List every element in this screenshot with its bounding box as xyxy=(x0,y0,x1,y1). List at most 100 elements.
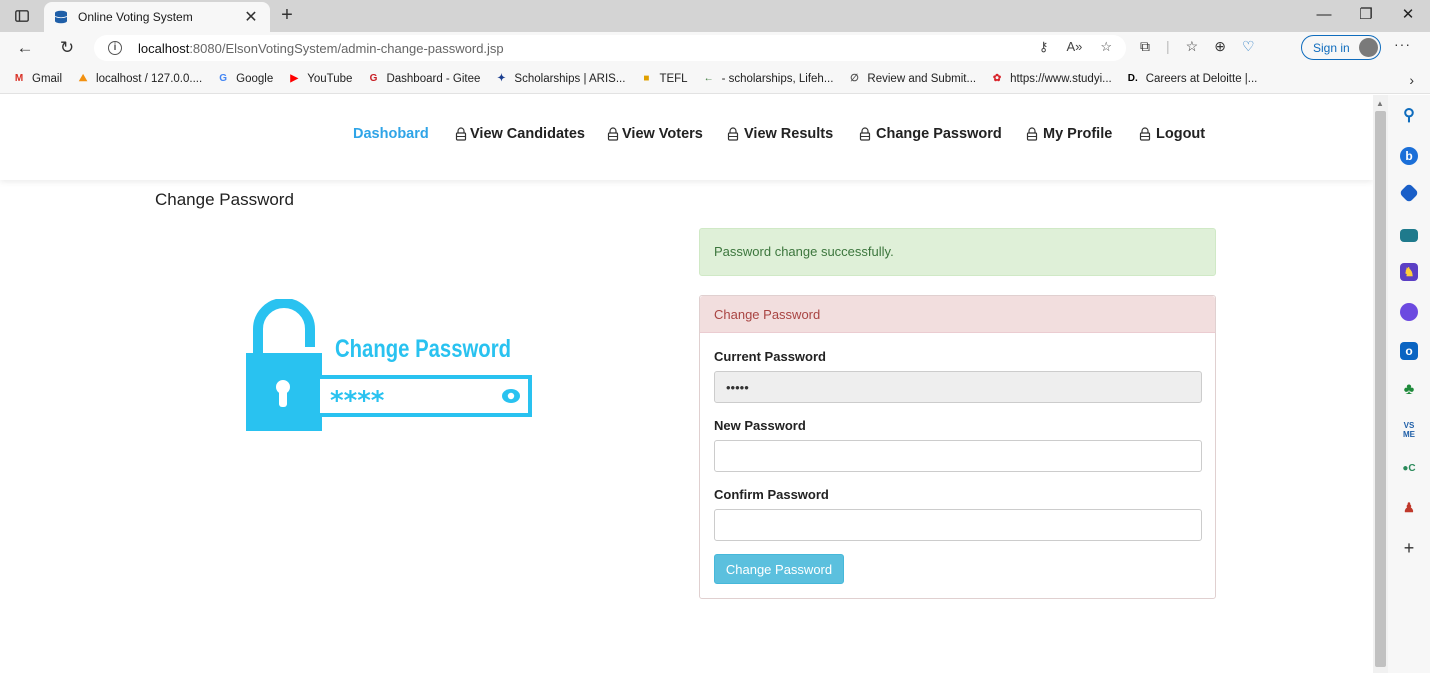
database-icon xyxy=(54,10,68,24)
tools-icon[interactable] xyxy=(1400,229,1418,242)
address-toolbar: ← ↻ i localhost:8080/ElsonVotingSystem/a… xyxy=(0,32,1430,64)
close-tab-icon[interactable]: ✕ xyxy=(242,7,260,27)
bookmark-item[interactable]: G Dashboard - Gitee xyxy=(366,72,481,86)
extensions-icon[interactable]: ⧉ xyxy=(1140,38,1150,55)
nav-view-candidates-label: View Candidates xyxy=(470,126,585,142)
more-options-icon[interactable]: ··· xyxy=(1394,36,1411,52)
nav-dashboard[interactable]: Dashobard xyxy=(353,126,429,142)
refresh-icon[interactable]: ↻ xyxy=(54,36,80,60)
copilot-icon[interactable]: b xyxy=(1400,147,1418,165)
nav-view-results-label: View Results xyxy=(744,126,834,142)
outlook-icon[interactable]: o xyxy=(1400,342,1418,360)
change-password-button[interactable]: Change Password xyxy=(714,554,844,584)
vsme-icon[interactable]: VS ME xyxy=(1400,421,1418,439)
search-icon[interactable]: ⚲ xyxy=(1400,107,1418,125)
bookmark-item[interactable]: ■ TEFL xyxy=(639,72,687,86)
games-icon[interactable]: ♞ xyxy=(1400,263,1418,281)
address-bar-icons: ⚷ A» ☆ xyxy=(1039,39,1112,55)
bookmark-item[interactable]: ← - scholarships, Lifeh... xyxy=(702,72,834,86)
avatar xyxy=(1359,38,1378,57)
youtube-icon: ▶ xyxy=(290,72,299,84)
bookmark-label: Review and Submit... xyxy=(867,72,977,85)
gitee-icon: G xyxy=(369,72,378,84)
browser-window: Online Voting System ✕ + — ❐ ✕ ← ↻ i loc… xyxy=(0,0,1430,673)
minimize-icon[interactable]: — xyxy=(1304,4,1344,26)
bookmark-label: TEFL xyxy=(659,72,688,85)
extension-app-icon[interactable]: ●C xyxy=(1400,460,1418,478)
back-icon[interactable]: ← xyxy=(12,36,38,60)
bookmark-item[interactable]: ⛰ localhost / 127.0.0.... xyxy=(76,72,202,86)
nav-view-candidates[interactable]: View Candidates xyxy=(455,126,585,142)
scroll-up-icon[interactable]: ▲ xyxy=(1376,99,1384,108)
nav-view-voters-label: View Voters xyxy=(622,126,703,142)
shopping-tag-icon[interactable] xyxy=(1399,183,1419,203)
new-password-field[interactable] xyxy=(714,440,1202,472)
nav-dashboard-label: Dashobard xyxy=(353,126,429,142)
bookmark-label: https://www.studyi... xyxy=(1010,72,1112,85)
studyin-icon: ✿ xyxy=(992,72,1002,84)
deloitte-icon: D. xyxy=(1127,72,1138,84)
current-password-field[interactable] xyxy=(714,371,1202,403)
nav-logout[interactable]: Logout xyxy=(1139,126,1205,142)
nav-logout-label: Logout xyxy=(1156,126,1206,142)
aris-icon: ✦ xyxy=(497,72,506,84)
favorites-icon[interactable]: ☆ xyxy=(1186,38,1199,55)
new-tab-icon[interactable]: + xyxy=(276,5,298,27)
bookmark-label: Google xyxy=(236,72,274,85)
bookmark-item[interactable]: D. Careers at Deloitte |... xyxy=(1126,72,1258,86)
bookmark-item[interactable]: ✦ Scholarships | ARIS... xyxy=(494,72,625,86)
nav-change-password[interactable]: Change Password xyxy=(859,126,1002,142)
bookmark-item[interactable]: M Gmail xyxy=(12,72,62,86)
bookmark-label: YouTube xyxy=(307,72,353,85)
password-key-icon[interactable]: ⚷ xyxy=(1039,39,1049,55)
current-password-label: Current Password xyxy=(714,349,826,364)
lock-icon xyxy=(1026,127,1038,141)
confirm-password-field[interactable] xyxy=(714,509,1202,541)
bookmark-label: Scholarships | ARIS... xyxy=(514,72,626,85)
nav-my-profile[interactable]: My Profile xyxy=(1026,126,1112,142)
change-password-illustration: **** Change Password xyxy=(246,299,532,431)
scroll-thumb[interactable] xyxy=(1375,111,1386,667)
change-password-form: Change Password Current Password New Pas… xyxy=(699,295,1216,599)
page-scrollbar[interactable]: ▲ xyxy=(1373,95,1388,673)
active-tab[interactable]: Online Voting System ✕ xyxy=(44,2,270,32)
nav-view-voters[interactable]: View Voters xyxy=(607,126,703,142)
add-favorite-icon[interactable]: ☆ xyxy=(1100,39,1112,55)
bookmark-item[interactable]: ∅ Review and Submit... xyxy=(847,72,976,86)
google-icon: G xyxy=(219,72,228,84)
close-window-icon[interactable]: ✕ xyxy=(1388,4,1428,26)
bookmark-item[interactable]: G Google xyxy=(216,72,273,86)
lifehack-icon: ← xyxy=(703,72,714,84)
illustration-title: Change Password xyxy=(335,335,511,363)
bookmark-item[interactable]: ▶ YouTube xyxy=(287,72,352,86)
bookmark-label: - scholarships, Lifeh... xyxy=(721,72,834,85)
nav-view-results[interactable]: View Results xyxy=(727,126,833,142)
bookmark-label: Gmail xyxy=(32,72,63,85)
tefl-icon: ■ xyxy=(643,72,650,84)
sign-in-button[interactable]: Sign in xyxy=(1301,35,1381,60)
lock-icon xyxy=(455,127,467,141)
tab-actions-icon[interactable] xyxy=(8,6,36,26)
new-password-label: New Password xyxy=(714,418,806,433)
bookmark-label: Careers at Deloitte |... xyxy=(1145,72,1258,85)
site-navbar: Dashobard View Candidates View Voters Vi… xyxy=(0,95,1373,180)
gmail-icon: M xyxy=(14,72,24,84)
app-person-icon[interactable]: ♟ xyxy=(1400,499,1418,517)
read-aloud-icon[interactable]: A» xyxy=(1066,39,1082,55)
form-title: Change Password xyxy=(700,296,1215,333)
browser-essentials-icon[interactable]: ♡ xyxy=(1242,38,1255,55)
url-path: :8080/ElsonVotingSystem/admin-change-pas… xyxy=(189,40,504,56)
nav-my-profile-label: My Profile xyxy=(1043,126,1113,142)
address-bar[interactable]: i localhost:8080/ElsonVotingSystem/admin… xyxy=(94,35,1126,61)
tree-icon[interactable]: ♣ xyxy=(1400,381,1418,399)
toolbar-icons: ⧉ | ☆ ⊕ ♡ xyxy=(1140,38,1255,55)
add-sidebar-app-icon[interactable]: + xyxy=(1400,539,1418,557)
bookmark-item[interactable]: ✿ https://www.studyi... xyxy=(990,72,1112,86)
lock-icon xyxy=(727,127,739,141)
collections-icon[interactable]: ⊕ xyxy=(1214,38,1226,55)
microsoft-365-icon[interactable] xyxy=(1400,303,1418,321)
restore-icon[interactable]: ❐ xyxy=(1346,4,1386,26)
lock-icon xyxy=(1139,127,1151,141)
site-info-icon[interactable]: i xyxy=(108,41,122,55)
bookmarks-more-chevron-icon[interactable]: › xyxy=(1409,72,1414,88)
